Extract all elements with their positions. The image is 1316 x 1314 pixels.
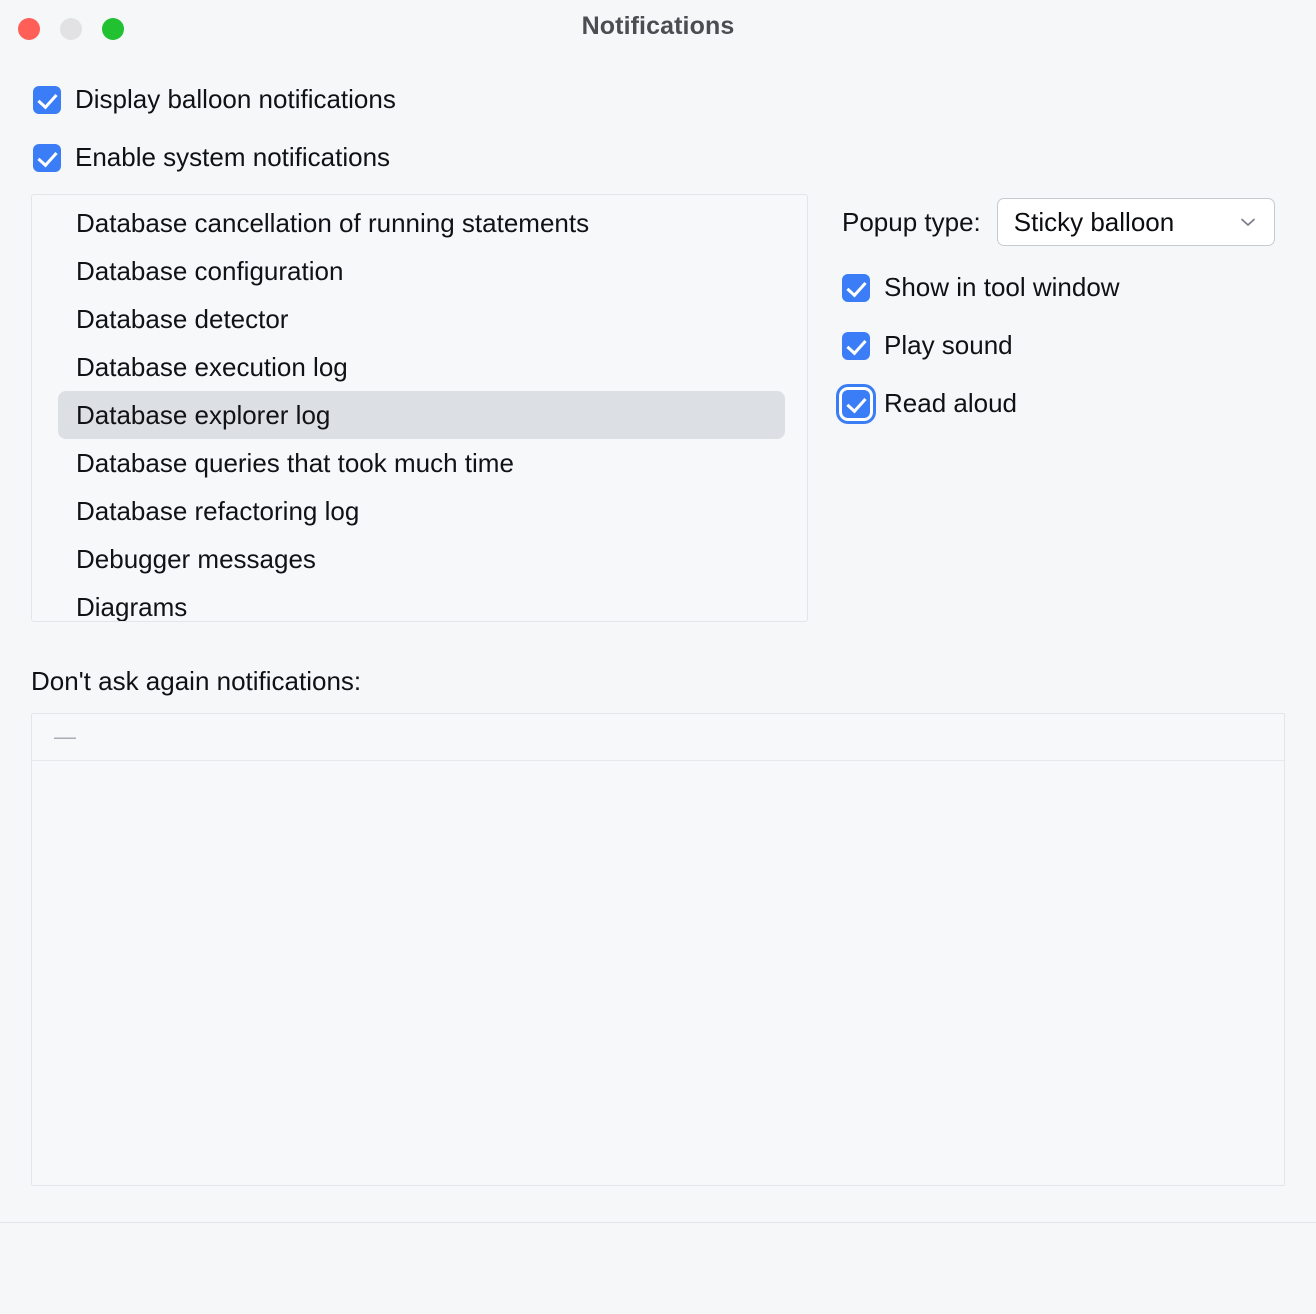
checkbox-indicator[interactable]: [842, 273, 870, 302]
checkbox-read-aloud[interactable]: Read aloud: [842, 388, 1017, 419]
checkbox-show-in-tool-window[interactable]: Show in tool window: [842, 272, 1120, 303]
popup-type-value: Sticky balloon: [1013, 206, 1175, 237]
list-item-label: Diagrams: [76, 591, 188, 622]
table-header-row[interactable]: —: [32, 714, 1284, 761]
notifications-dialog: Notifications Display balloon notificati…: [0, 0, 1316, 1314]
chevron-down-icon: [1240, 218, 1255, 226]
popup-type-label: Popup type:: [842, 206, 981, 237]
list-item-label: Database execution log: [76, 351, 348, 382]
checkbox-label: Play sound: [884, 330, 1013, 360]
notification-types-list[interactable]: Database cancellation of running stateme…: [31, 194, 808, 622]
list-item-label: Database configuration: [76, 255, 344, 286]
checkbox-indicator[interactable]: [33, 85, 61, 114]
list-item-selected[interactable]: Database explorer log: [58, 391, 785, 439]
checkbox-enable-system-notifications[interactable]: Enable system notifications: [33, 142, 390, 173]
popup-type-row: Popup type: Sticky balloon: [842, 198, 1275, 246]
page-title: Notifications: [581, 12, 735, 40]
checkbox-play-sound[interactable]: Play sound: [842, 330, 1013, 361]
footer-bar: ? Cancel OK: [0, 1223, 1316, 1314]
list-item[interactable]: Database execution log: [58, 343, 785, 391]
checkbox-label: Show in tool window: [884, 272, 1120, 302]
list-item-label: Database explorer log: [76, 399, 331, 430]
table-column-header: —: [54, 724, 76, 749]
list-item[interactable]: Database configuration: [58, 247, 785, 295]
checkbox-label: Enable system notifications: [75, 142, 391, 172]
list-item[interactable]: Diagrams: [58, 583, 785, 622]
list-item[interactable]: Database refactoring log: [58, 487, 785, 535]
dont-ask-again-table[interactable]: —: [31, 713, 1285, 1186]
table-body: [32, 761, 1284, 1185]
checkbox-label: Display balloon notifications: [75, 84, 396, 114]
list-item-label: Database detector: [76, 303, 289, 334]
title-bar: Notifications: [0, 0, 1316, 56]
popup-type-select[interactable]: Sticky balloon: [996, 198, 1275, 246]
checkbox-indicator[interactable]: [33, 143, 61, 172]
list-item[interactable]: Database queries that took much time: [58, 439, 785, 487]
checkbox-display-balloon-notifications[interactable]: Display balloon notifications: [33, 84, 396, 115]
list-item[interactable]: Database detector: [58, 295, 785, 343]
list-item[interactable]: Database cancellation of running stateme…: [58, 199, 785, 247]
list-item[interactable]: Debugger messages: [58, 535, 785, 583]
list-item-label: Debugger messages: [76, 543, 316, 574]
checkbox-label: Read aloud: [884, 388, 1017, 418]
dont-ask-again-label: Don't ask again notifications:: [31, 666, 362, 696]
checkbox-indicator[interactable]: [842, 389, 870, 418]
list-item-label: Database refactoring log: [76, 495, 360, 526]
checkbox-indicator[interactable]: [842, 331, 870, 360]
list-item-label: Database queries that took much time: [76, 447, 514, 478]
list-item-label: Database cancellation of running stateme…: [76, 207, 590, 238]
